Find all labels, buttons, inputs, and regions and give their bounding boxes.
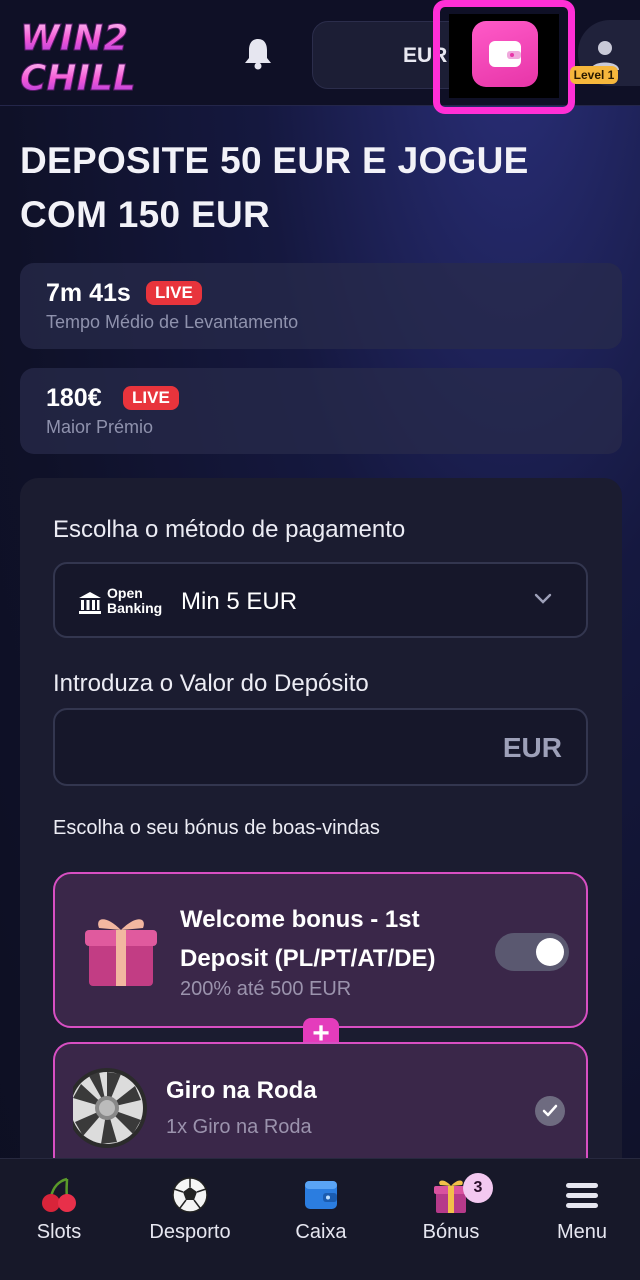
open-banking-text: Open Banking	[107, 585, 163, 616]
bonus-card-welcome[interactable]: Welcome bonus - 1st Deposit (PL/PT/AT/DE…	[53, 872, 588, 1028]
nav-item-menu[interactable]: Menu	[518, 1159, 640, 1280]
bonus-subtitle: 200% até 500 EUR	[180, 978, 352, 1000]
live-badge: LIVE	[146, 281, 202, 305]
stat-value: 7m 41s	[46, 279, 131, 307]
level-badge: Level 1	[570, 66, 618, 84]
bell-icon[interactable]	[242, 36, 274, 70]
wheel-icon	[73, 1068, 147, 1148]
hamburger-icon	[566, 1183, 598, 1208]
wallet-icon	[305, 1181, 337, 1209]
bonus-title: Giro na Roda	[166, 1077, 317, 1104]
wallet-button[interactable]	[472, 21, 538, 87]
payment-method-select[interactable]: Open Banking Min 5 EUR	[53, 562, 588, 638]
nav-label: Bónus	[422, 1221, 480, 1243]
soccer-ball-icon	[172, 1177, 208, 1213]
svg-text:CHILL: CHILL	[20, 58, 136, 96]
nav-item-slots[interactable]: Slots	[0, 1159, 123, 1280]
stat-description: Tempo Médio de Levantamento	[46, 312, 299, 332]
cherries-icon	[42, 1177, 76, 1212]
payment-method-label: Escolha o método de pagamento	[53, 516, 406, 543]
stat-description: Maior Prémio	[46, 417, 154, 437]
nav-item-bonus[interactable]: 3 Bónus	[387, 1159, 515, 1280]
deposit-amount-input[interactable]: EUR	[53, 708, 588, 786]
stat-value: 180€	[46, 384, 102, 412]
stat-card-top-prize: 180€ LIVE Maior Prémio	[20, 368, 622, 454]
live-badge: LIVE	[123, 386, 179, 410]
bank-icon	[79, 592, 101, 614]
payment-method-value: Min 5 EUR	[181, 588, 298, 615]
bonus-subtitle: 1x Giro na Roda	[166, 1116, 312, 1138]
chevron-down-icon	[534, 593, 552, 604]
nav-label: Caixa	[295, 1221, 347, 1243]
toggle-knob	[536, 938, 564, 966]
promo-title: DEPOSITE 50 EUR E JOGUE COM 150 EUR	[20, 140, 529, 235]
top-header: WIN2 CHILL EUR Level 1	[0, 0, 640, 114]
bonus-section-label: Escolha o seu bónus de boas-vindas	[53, 817, 380, 839]
stat-card-withdrawal-time: 7m 41s LIVE Tempo Médio de Levantamento	[20, 263, 622, 349]
open-banking-logo: Open Banking	[77, 586, 167, 620]
win2chill-logo[interactable]: WIN2 CHILL	[18, 14, 158, 97]
bonus-count-badge: 3	[463, 1173, 493, 1203]
bonus-title: Welcome bonus - 1st Deposit (PL/PT/AT/DE…	[180, 906, 436, 972]
bonus-toggle[interactable]	[495, 933, 569, 971]
nav-item-caixa[interactable]: Caixa	[257, 1159, 385, 1280]
nav-label: Menu	[556, 1221, 608, 1243]
nav-label: Slots	[36, 1221, 82, 1243]
wallet-icon	[489, 41, 521, 67]
gift-icon	[85, 919, 157, 986]
deposit-amount-label: Introduza o Valor do Depósito	[53, 670, 369, 697]
check-icon[interactable]	[535, 1096, 565, 1126]
svg-text:WIN2: WIN2	[20, 18, 128, 59]
nav-label: Desporto	[149, 1221, 231, 1243]
nav-item-desporto[interactable]: Desporto	[126, 1159, 254, 1280]
amount-currency: EUR	[502, 732, 562, 763]
bottom-navigation: Slots Desporto Caixa 3 Bónus Menu	[0, 1158, 640, 1280]
